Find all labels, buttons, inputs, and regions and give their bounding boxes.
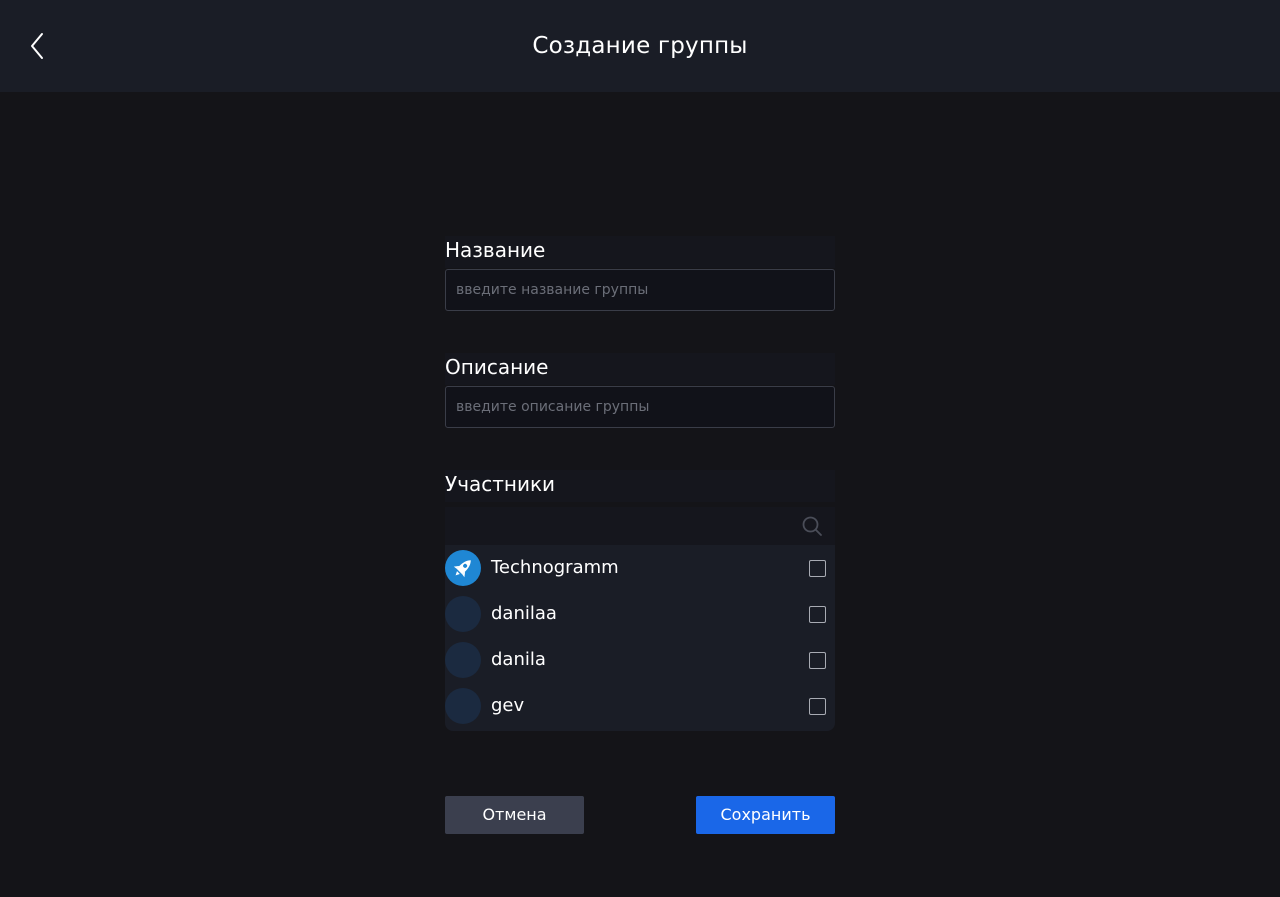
page-title: Создание группы	[532, 33, 748, 59]
avatar-placeholder	[445, 688, 481, 724]
member-row[interactable]: gev	[445, 683, 835, 729]
member-row[interactable]: Technogramm	[445, 545, 835, 591]
avatar	[445, 550, 481, 586]
member-checkbox[interactable]	[809, 606, 826, 623]
member-name: Technogramm	[491, 557, 619, 578]
rocket-icon	[453, 560, 471, 578]
top-bar: Создание группы	[0, 0, 1280, 92]
member-row[interactable]: danila	[445, 637, 835, 683]
member-checkbox[interactable]	[809, 698, 826, 715]
name-label: Название	[445, 238, 546, 262]
members-list: Technogramm danilaa danila gev	[445, 545, 835, 731]
member-row[interactable]: danilaa	[445, 591, 835, 637]
members-label: Участники	[445, 472, 556, 496]
member-name: gev	[491, 695, 525, 716]
cancel-button[interactable]: Отмена	[445, 796, 584, 834]
save-button[interactable]: Сохранить	[696, 796, 835, 834]
member-name: danila	[491, 649, 546, 670]
avatar-placeholder	[445, 596, 481, 632]
member-name: danilaa	[491, 603, 557, 624]
group-description-input[interactable]	[445, 386, 835, 428]
description-label: Описание	[445, 355, 549, 379]
members-search-bar[interactable]	[445, 507, 835, 545]
member-checkbox[interactable]	[809, 652, 826, 669]
member-checkbox[interactable]	[809, 560, 826, 577]
search-icon[interactable]	[801, 515, 823, 537]
group-name-input[interactable]	[445, 269, 835, 311]
avatar-placeholder	[445, 642, 481, 678]
